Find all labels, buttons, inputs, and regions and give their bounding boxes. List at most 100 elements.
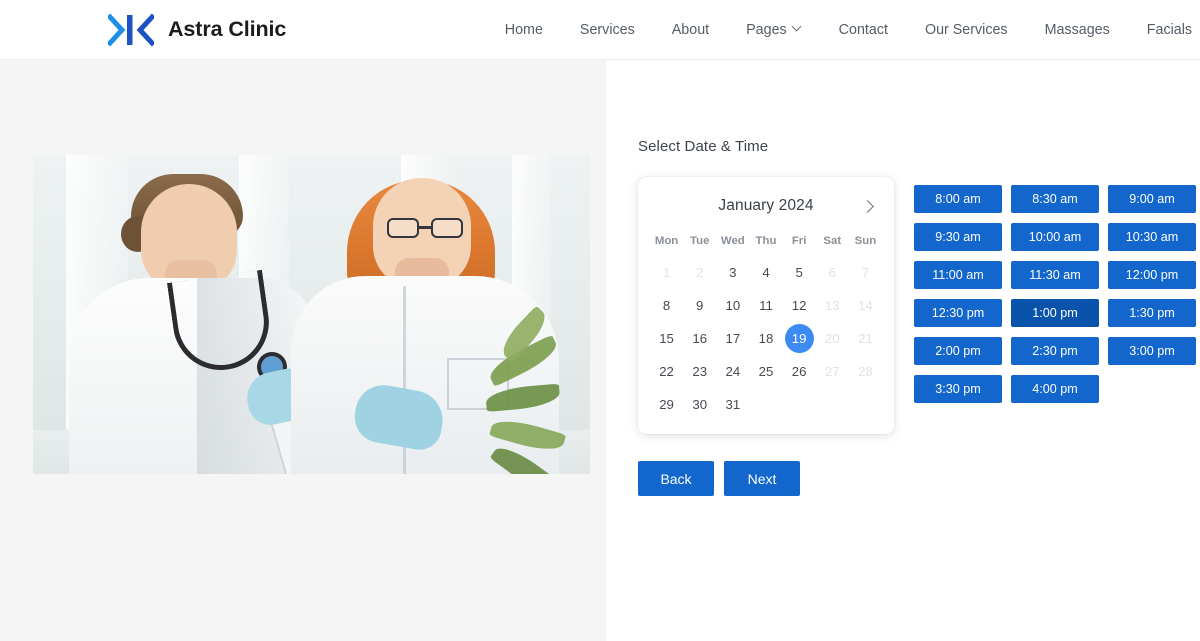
nav-item-contact[interactable]: Contact <box>820 22 906 38</box>
time-slot[interactable]: 10:30 am <box>1108 223 1196 251</box>
calendar-day[interactable]: 18 <box>749 323 782 354</box>
brand[interactable]: Astra Clinic <box>108 12 287 47</box>
calendar: January 2024 Mon Tue Wed Thu Fri Sat Sun… <box>638 177 894 434</box>
calendar-weekday: Tue <box>690 235 710 247</box>
calendar-weekday: Wed <box>720 235 745 247</box>
time-slot[interactable]: 8:30 am <box>1011 185 1099 213</box>
time-slot[interactable]: 2:00 pm <box>914 337 1002 365</box>
calendar-day: 2 <box>696 265 704 280</box>
nav-item-label: Massages <box>1044 21 1110 38</box>
time-slot[interactable]: 12:30 pm <box>914 299 1002 327</box>
calendar-day: 1 <box>662 265 671 280</box>
time-slot[interactable]: 9:00 am <box>1108 185 1196 213</box>
calendar-header: January 2024 <box>650 189 882 223</box>
nav-item-massages[interactable]: Massages <box>1026 22 1128 38</box>
time-slot[interactable]: 8:00 am <box>914 185 1002 213</box>
next-button[interactable]: Next <box>724 461 800 496</box>
time-slot[interactable]: 2:30 pm <box>1011 337 1099 365</box>
doctor-figure <box>69 174 386 474</box>
calendar-day: 14 <box>858 298 873 313</box>
calendar-weekday: Fri <box>791 235 807 247</box>
eyeglasses-icon <box>387 218 469 238</box>
eyeglass-lens-right <box>431 218 463 238</box>
nav-item-label: Facials <box>1146 21 1193 38</box>
time-slot[interactable]: 1:30 pm <box>1108 299 1196 327</box>
time-slot[interactable]: 9:30 am <box>914 223 1002 251</box>
calendar-day[interactable]: 30 <box>683 389 716 420</box>
plant-leaf <box>485 383 561 412</box>
nav-item-about[interactable]: About <box>653 22 727 38</box>
back-button[interactable]: Back <box>638 461 714 496</box>
page-body: Select Date & Time January 2024 Mon Tue … <box>0 60 1200 641</box>
calendar-day[interactable]: 3 <box>716 257 749 288</box>
time-slot-grid: 8:00 am 8:30 am 9:00 am 9:30 am 10:00 am… <box>914 177 1196 403</box>
calendar-day[interactable]: 31 <box>716 389 749 420</box>
calendar-weekday: Mon <box>654 235 679 247</box>
chevron-down-icon <box>793 23 802 32</box>
calendar-day[interactable]: 12 <box>783 290 816 321</box>
calendar-day[interactable]: 15 <box>650 323 683 354</box>
nav-item-services[interactable]: Services <box>561 22 653 38</box>
site-header: Astra Clinic Home Services About Pages C… <box>0 0 1200 60</box>
calendar-day[interactable]: 10 <box>716 290 749 321</box>
calendar-day-empty <box>849 389 882 420</box>
nav-item-facials[interactable]: Facials <box>1128 22 1200 38</box>
eyeglass-lens-left <box>387 218 419 238</box>
nav-item-label: Services <box>579 21 635 38</box>
calendar-day[interactable]: 11 <box>749 290 782 321</box>
nav-item-our-services[interactable]: Our Services <box>906 22 1026 38</box>
calendar-day[interactable]: 26 <box>783 356 816 387</box>
potted-plant <box>485 305 590 474</box>
time-slot[interactable]: 3:30 pm <box>914 375 1002 403</box>
calendar-day: 20 <box>824 331 840 346</box>
time-slot[interactable]: 3:00 pm <box>1108 337 1196 365</box>
calendar-day[interactable]: 4 <box>749 257 782 288</box>
calendar-day-empty <box>816 389 849 420</box>
brand-name: Astra Clinic <box>168 17 287 41</box>
calendar-day: 28 <box>858 364 873 379</box>
time-slot[interactable]: 10:00 am <box>1011 223 1099 251</box>
calendar-day: 7 <box>861 265 870 280</box>
calendar-day[interactable]: 8 <box>650 290 683 321</box>
calendar-day: 21 <box>858 331 873 346</box>
calendar-day-empty <box>783 389 816 420</box>
datetime-picker: January 2024 Mon Tue Wed Thu Fri Sat Sun… <box>638 177 1200 434</box>
media-panel <box>0 60 606 641</box>
calendar-day: 27 <box>824 364 840 379</box>
calendar-day[interactable]: 23 <box>683 356 716 387</box>
calendar-weekday: Sun <box>854 235 877 247</box>
calendar-grid: Mon Tue Wed Thu Fri Sat Sun 1 2 3 4 5 6 … <box>650 229 882 420</box>
eyeglass-bridge <box>419 226 431 229</box>
calendar-day: 6 <box>828 265 836 280</box>
nav-item-label: Our Services <box>924 21 1008 38</box>
nav-item-label: Home <box>504 21 543 38</box>
time-slot-selected[interactable]: 1:00 pm <box>1011 299 1099 327</box>
nav-item-home[interactable]: Home <box>486 22 561 38</box>
step-buttons: Back Next <box>638 461 1200 496</box>
time-slot[interactable]: 11:30 am <box>1011 261 1099 289</box>
nav-item-pages[interactable]: Pages <box>728 22 821 38</box>
nav-item-label: About <box>671 21 710 38</box>
time-slot[interactable]: 12:00 pm <box>1108 261 1196 289</box>
calendar-next-month-button[interactable] <box>856 193 882 219</box>
clinic-photo <box>33 155 590 474</box>
calendar-day-selected[interactable]: 19 <box>783 323 816 354</box>
time-slot[interactable]: 11:00 am <box>914 261 1002 289</box>
calendar-day[interactable]: 5 <box>783 257 816 288</box>
main-nav: Home Services About Pages Contact Our Se… <box>486 22 1200 38</box>
page-title: Select Date & Time <box>638 138 769 155</box>
calendar-day[interactable]: 29 <box>650 389 683 420</box>
clinic-photo-image <box>33 155 590 474</box>
chevron-right-icon <box>861 199 874 213</box>
calendar-day[interactable]: 24 <box>716 356 749 387</box>
nav-item-label: Pages <box>746 21 787 38</box>
calendar-day[interactable]: 16 <box>683 323 716 354</box>
time-slot[interactable]: 4:00 pm <box>1011 375 1099 403</box>
calendar-day[interactable]: 17 <box>716 323 749 354</box>
astra-chevrons-logo-icon <box>108 12 154 47</box>
calendar-day[interactable]: 25 <box>749 356 782 387</box>
calendar-day[interactable]: 22 <box>650 356 683 387</box>
booking-panel: Select Date & Time January 2024 Mon Tue … <box>606 60 1200 641</box>
calendar-day: 13 <box>824 298 840 313</box>
calendar-day[interactable]: 9 <box>683 290 716 321</box>
